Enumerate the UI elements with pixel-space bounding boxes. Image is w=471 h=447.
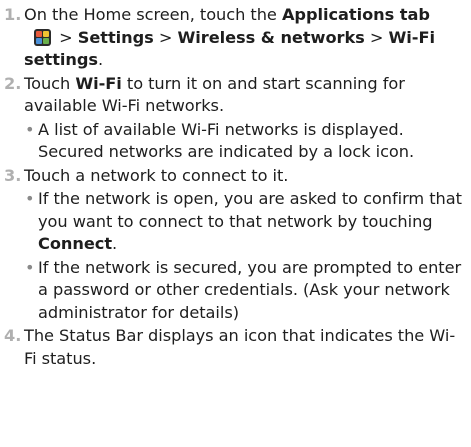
settings-label: Settings bbox=[77, 27, 154, 47]
separator: > bbox=[54, 27, 78, 47]
step-number: 2. bbox=[4, 73, 22, 93]
bullet-text: A list of available Wi-Fi networks is di… bbox=[38, 119, 415, 162]
wifi-label: Wi-Fi bbox=[75, 73, 122, 93]
bullet-icon: • bbox=[25, 189, 35, 208]
bullet-text: If the network is open, you are asked to… bbox=[38, 189, 462, 231]
step-number: 1. bbox=[4, 5, 22, 24]
step-3: 3. Touch a network to connect to it. bbox=[4, 165, 465, 188]
step-text: On the Home screen, touch the bbox=[24, 5, 282, 24]
bullet-item: • If the network is open, you are asked … bbox=[4, 188, 465, 256]
step-text: Touch a network to connect to it. bbox=[24, 165, 289, 185]
step-text: The Status Bar displays an icon that ind… bbox=[24, 326, 456, 368]
bullet-icon: • bbox=[25, 119, 35, 139]
bullet-text: If the network is secured, you are promp… bbox=[38, 257, 462, 322]
step-text: Touch bbox=[24, 73, 76, 93]
applications-tab-label: Applications tab bbox=[281, 5, 430, 24]
separator: > bbox=[364, 27, 389, 47]
instruction-list: 1. On the Home screen, touch the Applica… bbox=[0, 0, 471, 447]
period: . bbox=[112, 234, 118, 253]
step-2: 2. Touch Wi-Fi to turn it on and start s… bbox=[4, 73, 465, 118]
step-number: 3. bbox=[4, 165, 22, 185]
wireless-networks-label: Wireless & networks bbox=[177, 27, 365, 47]
separator: > bbox=[153, 27, 178, 47]
period: . bbox=[98, 50, 104, 69]
step-1: 1. On the Home screen, touch the Applica… bbox=[4, 4, 465, 72]
connect-label: Connect bbox=[38, 234, 113, 253]
step-4: 4. The Status Bar displays an icon that … bbox=[4, 325, 465, 370]
applications-grid-icon bbox=[34, 28, 51, 46]
step-number: 4. bbox=[4, 326, 22, 345]
bullet-icon: • bbox=[25, 257, 35, 277]
bullet-item: • A list of available Wi-Fi networks is … bbox=[4, 119, 465, 164]
bullet-item: • If the network is secured, you are pro… bbox=[4, 257, 465, 325]
